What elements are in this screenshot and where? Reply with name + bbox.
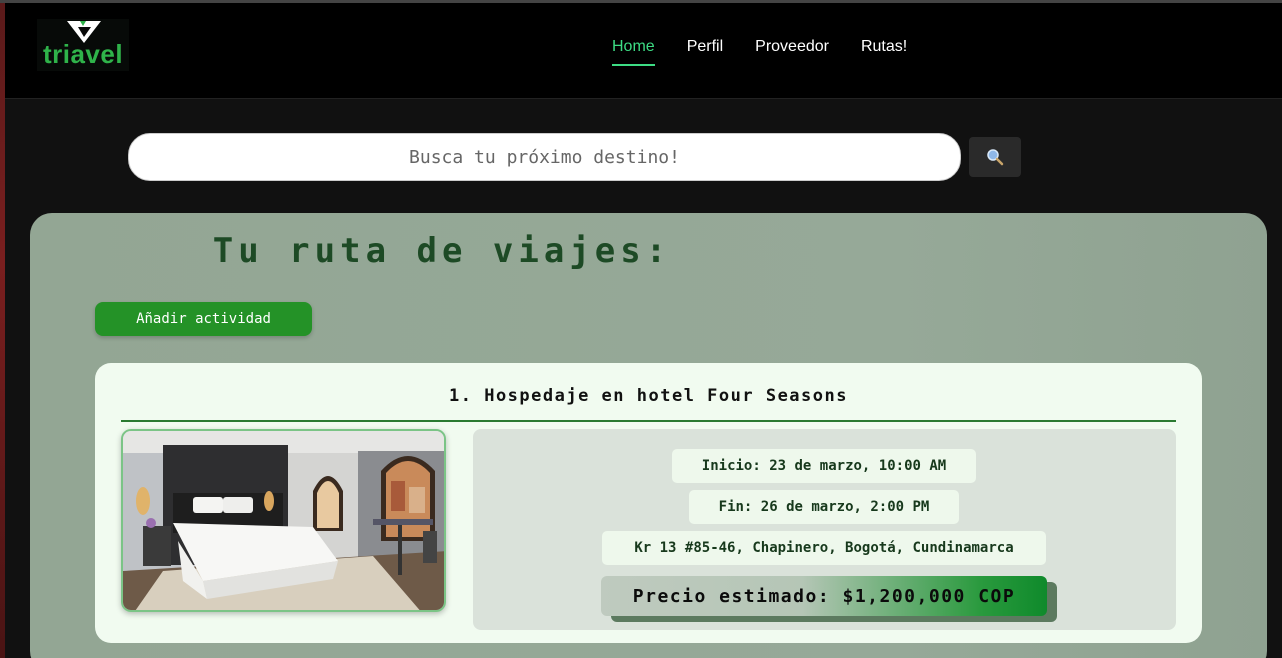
page-title: Tu ruta de viajes: (212, 231, 672, 271)
search-input[interactable] (129, 134, 960, 180)
nav-perfil[interactable]: Perfil (687, 38, 723, 66)
divider (121, 420, 1176, 422)
search-icon (987, 149, 1004, 166)
route-panel: Tu ruta de viajes: Añadir actividad 1. H… (30, 213, 1267, 658)
hotel-room-image (123, 431, 444, 610)
brand-logo[interactable]: triavel (37, 19, 129, 71)
nav-proveedor[interactable]: Proveedor (755, 38, 829, 66)
address: Kr 13 #85-46, Chapinero, Bogotá, Cundina… (602, 531, 1046, 565)
activity-title: 1. Hospedaje en hotel Four Seasons (449, 386, 848, 406)
search-bar (128, 133, 961, 181)
activity-details: Inicio: 23 de marzo, 10:00 AM Fin: 26 de… (473, 429, 1176, 630)
price-estimate: Precio estimado: $1,200,000 COP (601, 576, 1047, 616)
search-button[interactable] (969, 137, 1021, 177)
add-activity-button[interactable]: Añadir actividad (95, 302, 312, 336)
nav-rutas[interactable]: Rutas! (861, 38, 907, 66)
start-time: Inicio: 23 de marzo, 10:00 AM (672, 449, 976, 483)
brand-name: triavel (42, 39, 124, 69)
end-time: Fin: 26 de marzo, 2:00 PM (689, 490, 959, 524)
navbar: triavel Home Perfil Proveedor Rutas! (5, 3, 1282, 99)
hotel-room-photo (121, 429, 446, 612)
nav-home[interactable]: Home (612, 38, 655, 66)
main-nav: Home Perfil Proveedor Rutas! (612, 38, 939, 66)
activity-card: 1. Hospedaje en hotel Four Seasons Inici… (95, 363, 1202, 643)
